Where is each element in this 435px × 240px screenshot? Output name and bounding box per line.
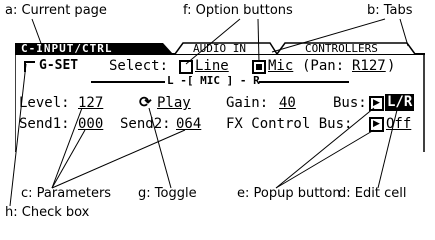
lcd-screen: C-INPUT/CTRL AUDIO IN CONTROLLERS G-SET … — [15, 40, 425, 155]
send2-label: Send2: — [120, 116, 171, 132]
option-mic-label: Mic — [268, 58, 294, 74]
send1-value[interactable]: 000 — [78, 116, 103, 132]
label-edit-cell: d: Edit cell — [338, 186, 407, 201]
gset-label: G-SET — [39, 58, 79, 73]
fx-popup-button[interactable]: ▶ — [369, 117, 384, 132]
gain-label: Gain: — [226, 95, 269, 111]
fx-control-bus-label: FX Control Bus: — [226, 116, 353, 132]
level-value[interactable]: 127 — [78, 95, 103, 111]
gset-checkbox[interactable] — [24, 61, 35, 72]
annotated-lcd-diagram: a: Current page f: Option buttons b: Tab… — [0, 0, 435, 222]
option-selected-indicator — [256, 64, 262, 70]
tab-controllers[interactable]: CONTROLLERS — [305, 43, 378, 55]
label-toggle: g: Toggle — [138, 186, 197, 201]
select-label: Select: — [109, 58, 169, 74]
bus-edit-cell[interactable]: L/R — [385, 94, 415, 111]
label-option-buttons: f: Option buttons — [183, 3, 293, 18]
option-line-label: Line — [195, 58, 229, 74]
pan-label: (Pan: — [302, 58, 345, 74]
send1-label: Send1: — [19, 116, 70, 132]
bus-label: Bus: — [333, 95, 367, 111]
level-label: Level: — [19, 95, 70, 111]
page-title: C-INPUT/CTRL — [21, 42, 113, 55]
pan-close: ) — [387, 58, 396, 74]
option-line-button[interactable] — [179, 60, 193, 74]
play-toggle[interactable]: Play — [157, 95, 191, 111]
label-current-page: a: Current page — [5, 3, 107, 18]
gain-value[interactable]: 40 — [279, 95, 296, 111]
label-popup-button: e: Popup button — [237, 186, 341, 201]
meter-label: L -[ MIC ] - R — [165, 74, 262, 88]
bus-popup-button[interactable]: ▶ — [369, 96, 384, 111]
label-tabs: b: Tabs — [367, 3, 413, 18]
pan-value[interactable]: R127 — [352, 58, 386, 74]
toggle-icon[interactable]: ⟳ — [139, 93, 152, 111]
option-mic-button[interactable] — [252, 60, 266, 74]
tab-audio-in[interactable]: AUDIO IN — [193, 43, 246, 55]
meter-right-bar — [259, 81, 349, 83]
label-parameters: c: Parameters — [21, 186, 112, 201]
fx-control-bus-value[interactable]: Off — [386, 116, 411, 132]
send2-value[interactable]: 064 — [176, 116, 201, 132]
label-check-box: h: Check box — [5, 205, 90, 220]
